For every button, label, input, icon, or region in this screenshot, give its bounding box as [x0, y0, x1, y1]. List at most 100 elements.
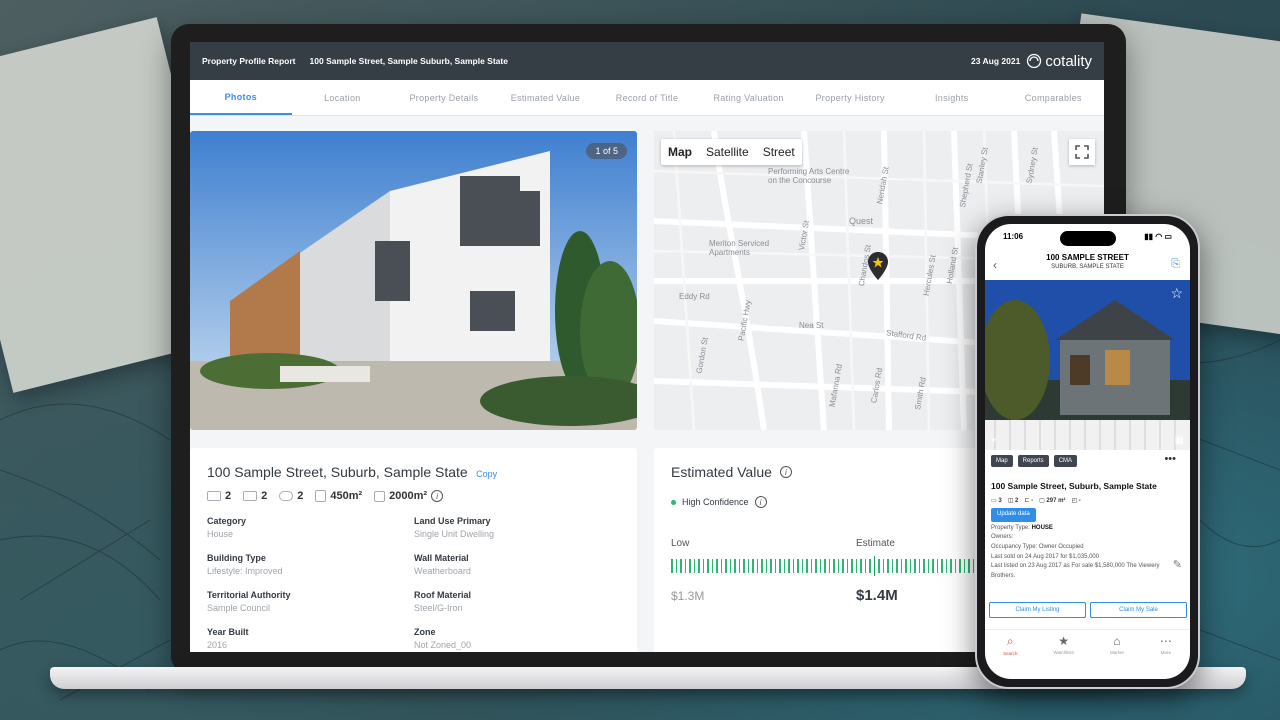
range-tick [869, 559, 871, 573]
tab-rating-valuation[interactable]: Rating Valuation [698, 80, 800, 115]
range-tick [770, 559, 772, 573]
nav-more[interactable]: ⋯ More [1160, 634, 1172, 659]
field-value: Sample Council [207, 603, 271, 613]
field-value: Lifestyle: Improved [207, 566, 283, 576]
range-tick [815, 559, 817, 573]
land-icon [374, 490, 386, 502]
more-dots-icon: ⋯ [1159, 634, 1172, 648]
range-tick [860, 559, 862, 573]
brand-name: cotality [1045, 52, 1092, 70]
update-data-button[interactable]: Update data [991, 508, 1036, 522]
house-icon: ⌂ [1113, 634, 1121, 648]
nav-market[interactable]: ⌂ Market [1110, 634, 1124, 659]
field-label: Wall Material [414, 553, 469, 563]
back-chevron-icon[interactable]: ‹ [993, 258, 997, 272]
property-type-label: Property Type: [991, 524, 1030, 531]
map-mode-street[interactable]: Street [756, 139, 802, 165]
field-label: Year Built [207, 627, 249, 637]
car-spaces-count: 2 [297, 490, 304, 502]
range-tick [837, 559, 839, 573]
tab-record-of-title[interactable]: Record of Title [596, 80, 698, 115]
range-tick [783, 559, 785, 573]
range-tick [693, 559, 695, 573]
field-value: Steel/G-Iron [414, 603, 463, 613]
phone-address: 100 Sample Street, Suburb, Sample State [991, 481, 1157, 491]
report-screen: Property Profile Report 100 Sample Stree… [190, 42, 1104, 652]
floor-plan-icon[interactable]: ▦ [1175, 435, 1184, 446]
property-pin-icon[interactable] [867, 251, 889, 281]
tab-property-history[interactable]: Property History [799, 80, 901, 115]
phone-attributes: ▭ 3 ◫ 2 ⊏ - ▢ 297 m² ◰ - [991, 497, 1185, 507]
tab-property-details[interactable]: Property Details [393, 80, 495, 115]
owners-label: Owners: [991, 534, 1014, 541]
phone-area-value: 297 m² [1046, 497, 1066, 504]
tab-insights[interactable]: Insights [901, 80, 1003, 115]
range-tick [788, 559, 790, 573]
range-tick [671, 559, 673, 573]
field-wall-material: Wall Material Weatherboard [414, 553, 614, 576]
range-tick [968, 559, 970, 573]
bathrooms: 2 [243, 490, 267, 502]
copy-address-button[interactable]: Copy [476, 469, 497, 479]
bedrooms-count: 2 [225, 490, 232, 502]
info-icon[interactable]: i [779, 466, 792, 478]
house-illustration [190, 131, 637, 430]
star-icon[interactable]: ☆ [1170, 285, 1183, 302]
export-icon[interactable]: ⎘ [1171, 258, 1180, 271]
range-tick [720, 559, 722, 573]
more-options-icon[interactable]: ••• [1164, 453, 1176, 465]
field-territorial-authority: Territorial Authority Sample Council [207, 590, 414, 613]
report-tabs: Photos Location Property Details Estimat… [190, 80, 1104, 116]
brand-swirl-icon [1027, 53, 1042, 69]
map-label-nea-st: Nea St [799, 321, 824, 330]
last-sold: Last sold on 24 Aug 2017 for $1,035,000 [991, 553, 1100, 560]
map-mode-map[interactable]: Map [661, 139, 699, 165]
phone-reports-button[interactable]: Reports [1017, 455, 1049, 467]
info-icon[interactable]: i [431, 490, 444, 502]
range-tick [747, 559, 749, 573]
range-tick [959, 559, 961, 573]
phone-cma-button[interactable]: CMA [1053, 455, 1078, 467]
field-label: Category [207, 516, 247, 526]
phone-action-buttons: Map Reports CMA [991, 455, 1078, 467]
nav-watchlists-label: Watchlists [1053, 650, 1074, 655]
field-value: 2016 [207, 640, 228, 650]
edit-icon[interactable]: ✎ [1173, 558, 1182, 571]
tab-photos[interactable]: Photos [190, 80, 292, 115]
tab-location[interactable]: Location [292, 80, 394, 115]
low-value: $1.3M [671, 589, 705, 603]
nav-watchlists[interactable]: ★ Watchlists [1054, 634, 1074, 659]
range-tick [743, 559, 745, 573]
range-tick [725, 559, 727, 573]
land-area: 2000m² i [374, 490, 444, 502]
map-mode-satellite[interactable]: Satellite [699, 139, 756, 165]
phone-map-button[interactable]: Map [991, 455, 1013, 467]
range-tick [882, 559, 884, 573]
location-pin-icon[interactable]: ⌖ [991, 435, 997, 446]
tab-comparables[interactable]: Comparables [1003, 80, 1105, 115]
field-roof-material: Roof Material Steel/G-Iron [414, 590, 614, 613]
claim-sale-button[interactable]: Claim My Sale [1090, 602, 1187, 618]
phone-screen: 11:06 ▮▮ ◠ ▭ 100 SAMPLE STREET SUBURB, S… [985, 224, 1190, 679]
range-tick [927, 559, 929, 573]
report-title: Property Profile Report [202, 56, 296, 66]
phone-land-value: - [1078, 497, 1081, 504]
estimate-label: Estimate [856, 538, 895, 549]
fullscreen-button[interactable] [1069, 139, 1095, 165]
claim-listing-button[interactable]: Claim My Listing [989, 602, 1086, 618]
nav-search[interactable]: ⌕ Search [1003, 634, 1017, 659]
property-photo[interactable]: 1 of 5 [190, 131, 637, 430]
report-date: 23 Aug 2021 [971, 56, 1021, 66]
occupancy-type: Occupancy Type: Owner Occupied [991, 543, 1084, 550]
range-tick [950, 559, 952, 573]
map-label-eddy-rd: Eddy Rd [679, 292, 710, 301]
range-tick [914, 559, 916, 573]
map-label-quest: Quest [849, 216, 874, 226]
bath-icon [243, 491, 258, 501]
range-tick [923, 559, 925, 573]
tab-estimated-value[interactable]: Estimated Value [495, 80, 597, 115]
phone-property-photo[interactable]: ☆ ⌖ ▦ [985, 280, 1190, 450]
range-tick [729, 559, 731, 573]
info-icon[interactable]: i [754, 496, 767, 508]
field-value: Weatherboard [414, 566, 471, 576]
